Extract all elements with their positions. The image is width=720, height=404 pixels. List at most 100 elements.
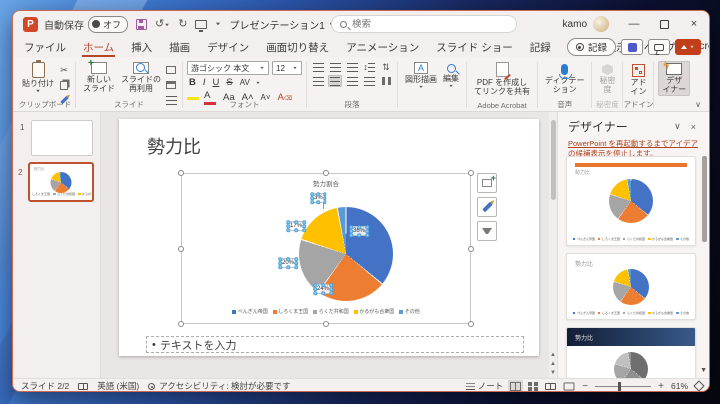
resize-handle[interactable] <box>178 170 184 176</box>
design-suggestion-2[interactable]: 勢力比 ぺんぎん帝国 しろくま王国 らくだ共和国 かるがも合衆国 その他 <box>566 253 696 320</box>
label-handle[interactable] <box>294 220 298 224</box>
cut-button[interactable]: ✂ <box>57 64 71 76</box>
zoom-slider[interactable] <box>595 381 652 391</box>
maximize-button[interactable] <box>649 11 679 37</box>
undo-icon[interactable]: ↺ <box>155 18 170 30</box>
layout-button[interactable] <box>164 64 178 76</box>
reuse-slides-button[interactable]: スライドの 再利用 <box>118 61 164 94</box>
record-button[interactable]: 記録 <box>566 38 616 56</box>
tab-transitions[interactable]: 画面切り替え <box>265 38 330 57</box>
data-label-20[interactable]: 20% <box>278 257 298 269</box>
text-placeholder[interactable]: • テキストを入力 <box>146 336 524 353</box>
paste-button[interactable]: 貼り付け <box>19 60 57 94</box>
tab-draw[interactable]: 描画 <box>168 38 191 57</box>
new-slide-button[interactable]: + 新しい スライド <box>80 59 118 94</box>
label-handle[interactable] <box>286 228 290 232</box>
tab-animations[interactable]: アニメーション <box>345 38 420 57</box>
align-center-button[interactable] <box>328 75 342 87</box>
dictation-button[interactable]: ディクテー ション <box>542 61 587 95</box>
label-handle[interactable] <box>313 287 317 291</box>
label-handle[interactable] <box>286 224 290 228</box>
chart-filters-button[interactable] <box>477 221 497 241</box>
scrollbar-thumb[interactable] <box>550 120 556 200</box>
scroll-up-icon[interactable]: ▲ <box>550 352 556 358</box>
close-pane-icon[interactable]: × <box>686 122 701 132</box>
resize-handle[interactable] <box>468 170 474 176</box>
strikethrough-button[interactable]: S <box>224 77 234 88</box>
bold-button[interactable]: B <box>187 77 198 88</box>
label-handle[interactable] <box>310 196 314 200</box>
drawing-menu-button[interactable]: A 図形描画 <box>402 61 440 90</box>
underline-button[interactable]: U <box>211 77 222 88</box>
chart-elements-button[interactable] <box>477 173 497 193</box>
label-handle[interactable] <box>302 224 306 228</box>
tab-home[interactable]: ホーム <box>82 38 115 57</box>
label-handle[interactable] <box>357 225 361 229</box>
designer-scroll-down-icon[interactable]: ▼ <box>700 367 707 374</box>
zoom-slider-thumb[interactable] <box>617 381 621 391</box>
save-icon[interactable] <box>136 18 148 30</box>
label-handle[interactable] <box>286 257 290 261</box>
previous-slide-icon[interactable]: ▲ <box>550 361 556 367</box>
font-family-select[interactable]: 游ゴシック 本文 <box>187 61 269 75</box>
data-label-36[interactable]: 36% <box>349 225 369 237</box>
indent-decrease-button[interactable] <box>345 61 359 73</box>
label-handle[interactable] <box>278 257 282 261</box>
label-handle[interactable] <box>349 229 353 233</box>
resize-handle[interactable] <box>178 321 184 327</box>
tab-insert[interactable]: 挿入 <box>130 38 153 57</box>
label-handle[interactable] <box>322 200 327 204</box>
bullets-button[interactable] <box>311 61 325 73</box>
label-handle[interactable] <box>313 291 317 295</box>
accessibility-status[interactable]: アクセシビリティ: 検討が必要です <box>148 380 291 391</box>
label-handle[interactable] <box>316 192 321 196</box>
canvas-scrollbar[interactable]: ▲ ▲ ▼ <box>549 112 557 378</box>
slideshow-view-button[interactable] <box>563 381 575 391</box>
create-pdf-button[interactable]: PDF を作成し てリンクを共有 <box>471 61 533 97</box>
label-handle[interactable] <box>286 220 290 224</box>
label-handle[interactable] <box>329 283 333 287</box>
label-handle[interactable] <box>302 220 306 224</box>
redo-icon[interactable]: ↻ <box>178 18 187 30</box>
label-handle[interactable] <box>321 291 325 295</box>
notes-button[interactable]: ノート <box>465 380 503 391</box>
label-handle[interactable] <box>294 228 298 232</box>
label-handle[interactable] <box>329 287 333 291</box>
avatar[interactable] <box>593 16 609 32</box>
label-handle[interactable] <box>294 265 298 269</box>
tab-slideshow[interactable]: スライド ショー <box>435 38 513 57</box>
line-spacing-button[interactable]: ↕ <box>362 61 376 73</box>
chart-object-selection[interactable]: 勢力割合 36% 24% 20% 17% 3% ぺんぎん帝国 しろくま王国 らくだ共… <box>178 170 474 327</box>
fit-to-window-icon[interactable] <box>693 380 705 391</box>
reading-view-button[interactable] <box>545 382 557 390</box>
tab-record[interactable]: 記録 <box>529 38 552 57</box>
slide-thumbnail-1[interactable] <box>31 120 93 156</box>
data-label-24[interactable]: 24% <box>313 283 333 295</box>
columns-button[interactable] <box>379 75 393 87</box>
label-handle[interactable] <box>278 261 282 265</box>
spellcheck-icon[interactable] <box>78 382 89 390</box>
zoom-in-icon[interactable]: + <box>658 381 664 392</box>
resize-handle[interactable] <box>323 170 329 176</box>
label-handle[interactable] <box>329 291 333 295</box>
autosave-toggle[interactable]: オフ <box>88 15 129 33</box>
resize-handle[interactable] <box>468 245 474 252</box>
label-handle[interactable] <box>365 233 369 237</box>
designer-button[interactable]: デザ イナー <box>658 60 691 97</box>
chart-legend[interactable]: ぺんぎん帝国 しろくま王国 らくだ共和国 かるがも合衆国 その他 <box>182 308 470 315</box>
zoom-level[interactable]: 61% <box>671 381 688 391</box>
label-handle[interactable] <box>286 265 290 269</box>
collapse-ribbon-icon[interactable]: ∨ <box>695 100 701 109</box>
font-size-select[interactable]: 12 <box>272 61 302 75</box>
copy-button[interactable] <box>57 79 71 91</box>
slide-title[interactable]: 勢力比 <box>147 133 201 159</box>
zoom-out-icon[interactable]: − <box>582 381 588 392</box>
label-handle[interactable] <box>349 233 353 237</box>
label-handle[interactable] <box>365 229 369 233</box>
close-button[interactable]: × <box>679 11 709 37</box>
designer-scrollbar-thumb[interactable] <box>702 156 707 242</box>
powerpoint-app-icon[interactable]: P <box>23 16 38 32</box>
label-handle[interactable] <box>321 283 325 287</box>
label-handle[interactable] <box>365 225 369 229</box>
chevron-down-icon[interactable]: ∨ <box>669 121 686 132</box>
